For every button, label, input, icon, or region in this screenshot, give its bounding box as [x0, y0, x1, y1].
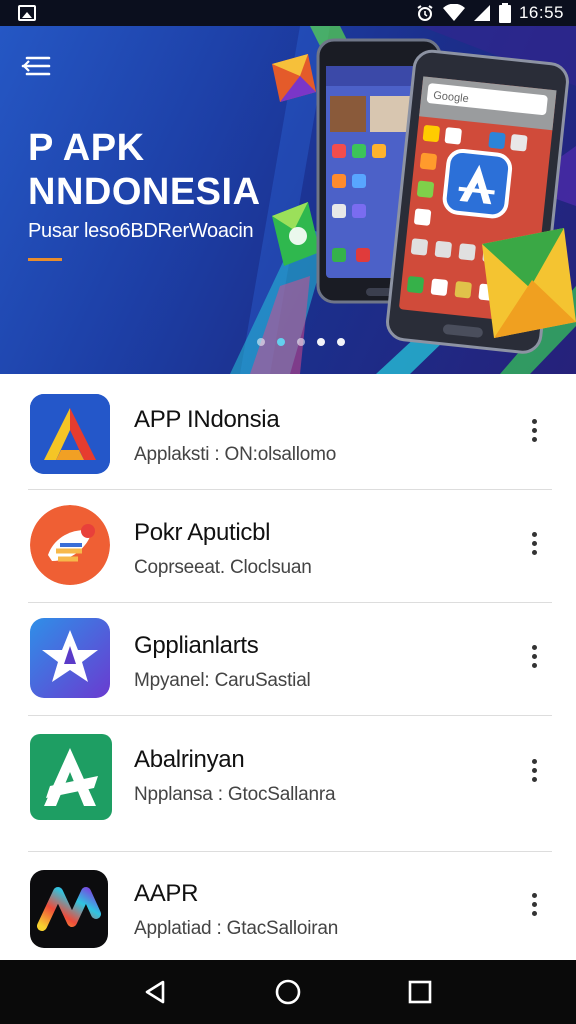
back-icon: [145, 980, 165, 1004]
hero-title-line2: NNDONESIA: [28, 171, 261, 213]
alarm-icon: [415, 3, 435, 23]
hero-phones-illustration: Google: [272, 38, 576, 354]
green-a-logo-icon: [30, 734, 112, 820]
app-description: Applaksti : ON:olsallomo: [134, 444, 337, 465]
menu-button[interactable]: [16, 50, 56, 82]
brush-logo-icon: [30, 505, 110, 585]
list-item[interactable]: Gpplianlarts Mpyanel: CaruSastial: [0, 600, 576, 712]
carousel-indicators[interactable]: [0, 338, 576, 346]
star-logo-icon: [30, 618, 110, 698]
app-description: Coprseeat. Cloclsuan: [134, 557, 312, 578]
navigation-bar: [0, 960, 576, 1024]
screen: 16:55 P APK NNDONESIA Pusar leso6BDRerWo…: [0, 0, 576, 1024]
carousel-dot[interactable]: [317, 338, 325, 346]
more-options-button[interactable]: [520, 884, 548, 924]
more-options-button[interactable]: [520, 636, 548, 676]
recents-icon: [408, 980, 432, 1004]
app-list: APP INdonsia Applaksti : ON:olsallomo Po…: [0, 374, 576, 960]
app-description: Applatiad : GtacSalloiran: [134, 918, 339, 939]
carousel-dot-active[interactable]: [277, 338, 285, 346]
app-name: Pokr Aputicbl: [134, 519, 271, 546]
app-description: Mpyanel: CaruSastial: [134, 670, 311, 691]
carousel-dot[interactable]: [257, 338, 265, 346]
hero-subtitle: Pusar leso6BDRerWoacin: [28, 220, 254, 242]
carousel-dot[interactable]: [297, 338, 305, 346]
image-icon: [18, 5, 36, 21]
floating-green-cube-icon: [272, 202, 320, 266]
floating-cube-icon: [272, 54, 316, 102]
status-time: 16:55: [518, 3, 564, 22]
list-item[interactable]: APP INdonsia Applaksti : ON:olsallomo: [0, 374, 576, 486]
carousel-dot[interactable]: [337, 338, 345, 346]
ap-gradient-logo-icon: [30, 870, 108, 948]
list-item[interactable]: AAPR Applatiad : GtacSalloiran: [0, 852, 576, 958]
list-item[interactable]: Pokr Aputicbl Coprseeat. Cloclsuan: [0, 487, 576, 599]
status-bar: 16:55: [0, 0, 576, 26]
app-name: Abalrinyan: [134, 746, 245, 773]
hero-accent-line: [28, 258, 62, 261]
hero-title: P APK NNDONESIA: [28, 126, 261, 214]
recents-button[interactable]: [398, 970, 442, 1014]
signal-icon: [473, 4, 491, 22]
app-name: APP INdonsia: [134, 406, 280, 433]
app-description: Npplansa : GtocSallanra: [134, 784, 336, 805]
triangle-logo-icon: [30, 394, 110, 474]
hero-title-line1: P APK: [28, 127, 145, 169]
app-name: AAPR: [134, 880, 199, 907]
menu-icon: [21, 56, 51, 76]
list-item[interactable]: Abalrinyan Npplansa : GtocSallanra: [0, 720, 576, 850]
home-icon: [275, 979, 301, 1005]
back-button[interactable]: [134, 970, 178, 1014]
divider: [28, 715, 552, 716]
battery-icon: [498, 3, 511, 23]
floating-envelope-icon: [482, 228, 576, 338]
more-options-button[interactable]: [520, 410, 548, 450]
wifi-icon: [442, 4, 465, 22]
hero-banner[interactable]: P APK NNDONESIA Pusar leso6BDRerWoacin G…: [0, 26, 576, 374]
app-name: Gpplianlarts: [134, 632, 259, 659]
home-button[interactable]: [266, 970, 310, 1014]
more-options-button[interactable]: [520, 523, 548, 563]
more-options-button[interactable]: [520, 750, 548, 790]
